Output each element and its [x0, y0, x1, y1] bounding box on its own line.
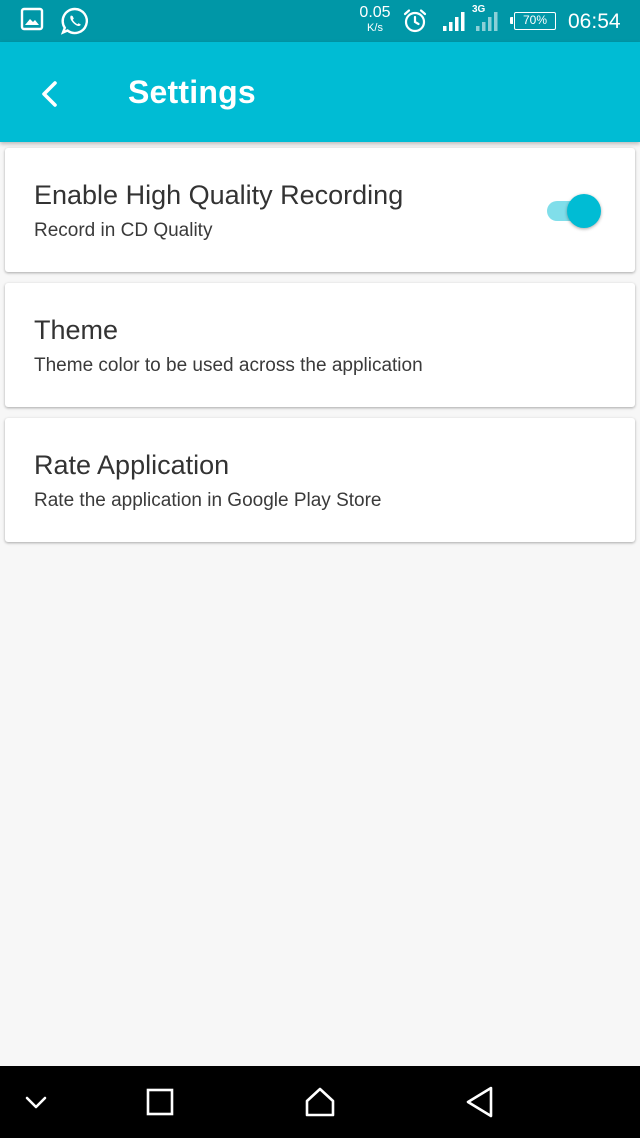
clock: 06:54: [568, 10, 621, 33]
high-quality-recording-toggle[interactable]: [543, 190, 603, 230]
page-title: Settings: [128, 74, 256, 110]
navigation-bar: [0, 1066, 640, 1138]
battery-indicator: 70%: [510, 12, 556, 30]
back-triangle-icon[interactable]: [462, 1084, 498, 1120]
app-bar: Settings: [0, 42, 640, 142]
alarm-icon: [402, 8, 428, 39]
network-speed-value: 0.05: [359, 4, 391, 21]
network-speed-unit: K/s: [367, 22, 383, 34]
setting-subtitle: Theme color to be used across the applic…: [34, 355, 423, 376]
setting-item-theme[interactable]: Theme Theme color to be used across the …: [5, 283, 635, 407]
signal-3g-icon: 3G: [472, 4, 502, 39]
setting-title: Rate Application: [34, 450, 230, 480]
setting-item-rate-application[interactable]: Rate Application Rate the application in…: [5, 418, 635, 542]
setting-subtitle: Record in CD Quality: [34, 220, 213, 241]
whatsapp-icon: [60, 6, 90, 41]
toggle-thumb: [567, 194, 601, 228]
setting-subtitle: Rate the application in Google Play Stor…: [34, 490, 382, 511]
gallery-icon: [20, 7, 44, 36]
setting-item-high-quality-recording[interactable]: Enable High Quality Recording Record in …: [5, 148, 635, 272]
home-icon[interactable]: [302, 1084, 338, 1120]
network-speed: 0.05 K/s: [356, 5, 394, 34]
chevron-down-icon[interactable]: [18, 1084, 54, 1120]
arrow-back-icon[interactable]: [28, 72, 72, 116]
setting-title: Enable High Quality Recording: [34, 180, 404, 210]
signal-icon: [442, 10, 468, 37]
status-bar: 0.05 K/s 3G 70% 06:54: [0, 0, 640, 42]
setting-title: Theme: [34, 315, 119, 345]
recents-icon[interactable]: [142, 1084, 178, 1120]
network-type-label: 3G: [472, 4, 486, 15]
